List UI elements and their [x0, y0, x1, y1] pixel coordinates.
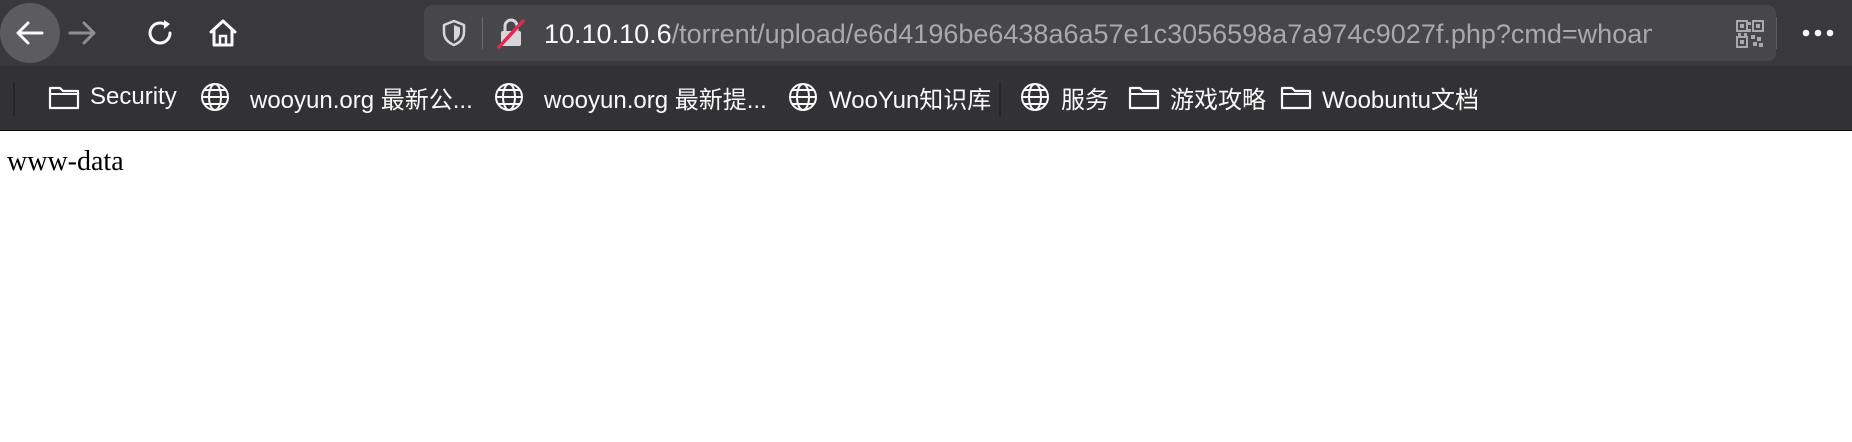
urlbar-divider — [482, 17, 483, 49]
bookmark-wooyun-knowledge[interactable]: WooYun知识库 — [787, 76, 991, 118]
menu-button[interactable] — [1792, 8, 1844, 58]
more-icon — [1802, 29, 1834, 37]
globe-icon — [789, 83, 817, 111]
folder-icon — [1128, 86, 1160, 110]
bookmark-security[interactable]: Security — [48, 76, 177, 118]
shield-icon[interactable] — [440, 19, 468, 47]
forward-button[interactable] — [52, 3, 112, 63]
url-text[interactable]: 10.10.10.6/torrent/upload/e6d4196be6438a… — [544, 17, 1652, 51]
folder-icon — [1280, 86, 1312, 110]
bookmark-label: wooyun.org 最新公... — [250, 86, 473, 114]
bookmark-wooyun-latest-submit[interactable]: wooyun.org 最新提... — [493, 76, 767, 118]
globe-icon — [201, 83, 229, 111]
bookmarks-toolbar: Security wooyun.org 最新公... wooyun.org 最新… — [0, 66, 1852, 130]
urlbar-end-divider — [1776, 17, 1777, 49]
reload-icon — [148, 20, 172, 45]
folder-icon — [48, 86, 80, 110]
command-output: www-data — [7, 146, 124, 177]
bookmark-wooyun-latest-public[interactable]: wooyun.org 最新公... — [199, 76, 473, 118]
url-host: 10.10.10.6 — [544, 19, 672, 49]
url-path: /torrent/upload/e6d4196be6438a6a57e1c305… — [671, 19, 1652, 49]
arrow-right-icon — [68, 21, 96, 45]
bookmark-services[interactable]: 服务 — [1019, 76, 1109, 118]
bookmark-label: wooyun.org 最新提... — [544, 86, 767, 114]
bookmark-label: 游戏攻略 — [1170, 86, 1266, 114]
globe-icon — [495, 83, 523, 111]
address-bar[interactable]: 10.10.10.6/torrent/upload/e6d4196be6438a… — [424, 5, 1777, 61]
reload-button[interactable] — [130, 3, 190, 63]
arrow-left-icon — [16, 21, 44, 45]
bookmark-label: 服务 — [1061, 86, 1109, 114]
bookmarks-divider — [13, 82, 15, 116]
globe-icon — [1021, 83, 1049, 111]
home-button[interactable] — [193, 3, 253, 63]
bookmarks-divider — [999, 82, 1001, 116]
browser-toolbar: 10.10.10.6/torrent/upload/e6d4196be6438a… — [0, 0, 1852, 66]
bookmark-woobuntu-docs[interactable]: Woobuntu文档 — [1280, 76, 1479, 118]
bookmark-game-guides[interactable]: 游戏攻略 — [1128, 76, 1266, 118]
bookmark-label: WooYun知识库 — [829, 86, 992, 114]
bookmark-label: Woobuntu文档 — [1322, 86, 1479, 114]
home-icon — [209, 19, 237, 47]
toolbar-bottom-border — [0, 130, 1852, 131]
bookmark-label: Security — [90, 83, 177, 110]
qr-code-icon[interactable] — [1736, 20, 1764, 48]
back-button[interactable] — [0, 3, 60, 63]
insecure-lock-icon[interactable] — [496, 17, 526, 49]
